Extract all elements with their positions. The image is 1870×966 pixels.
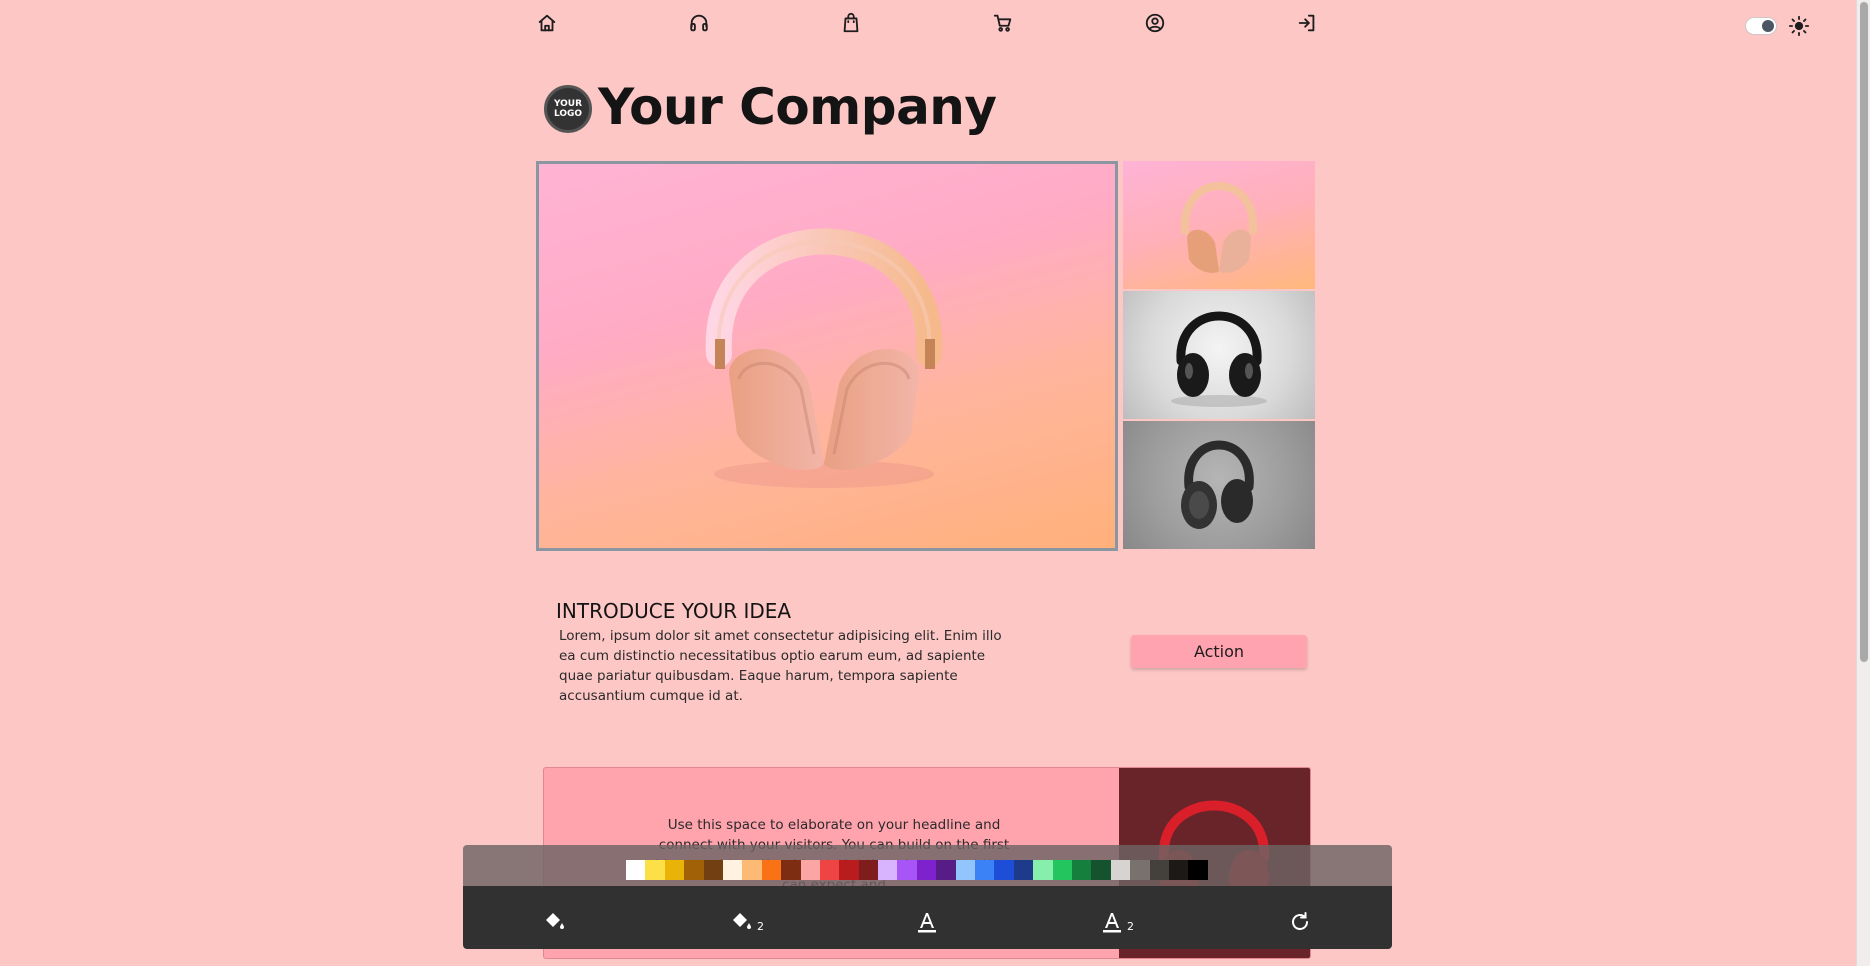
editor-toolbar: 2 2 [463, 886, 1392, 949]
color-swatch[interactable] [819, 860, 840, 880]
color-swatch[interactable] [645, 860, 665, 880]
reset-tool[interactable] [1288, 904, 1315, 934]
text-color-icon [918, 913, 936, 933]
color-swatch[interactable] [994, 860, 1014, 880]
logo-text-line2: LOGO [553, 109, 583, 119]
login-icon[interactable] [1294, 10, 1320, 36]
color-palette-bar [463, 845, 1392, 887]
color-swatch[interactable] [1168, 860, 1189, 880]
color-swatch[interactable] [975, 860, 995, 880]
color-swatch[interactable] [858, 860, 879, 880]
headphones-illustration [705, 228, 943, 488]
intro-title: INTRODUCE YOUR IDEA [556, 599, 792, 623]
sun-icon[interactable] [1788, 15, 1810, 37]
thumbnail-black-headphones-white[interactable] [1123, 291, 1315, 419]
color-swatch[interactable] [684, 860, 704, 880]
text-color-icon [1103, 913, 1121, 933]
color-swatch[interactable] [1033, 860, 1053, 880]
color-swatch[interactable] [1091, 860, 1111, 880]
tool-sub-label: 2 [757, 920, 764, 933]
fill-color-tool[interactable] [543, 904, 570, 934]
color-swatch[interactable] [742, 860, 762, 880]
color-swatch[interactable] [800, 860, 820, 880]
color-swatch[interactable] [936, 860, 956, 880]
intro-body: Lorem, ipsum dolor sit amet consectetur … [559, 628, 1002, 704]
fill-color-2-tool[interactable]: 2 [730, 904, 764, 934]
theme-toggle[interactable] [1745, 17, 1777, 35]
color-swatch[interactable] [1110, 860, 1131, 880]
thumbnail-pink-headphones[interactable] [1123, 161, 1315, 289]
cart-icon[interactable] [990, 10, 1016, 36]
fill-icon [733, 913, 751, 929]
color-swatch[interactable] [1130, 860, 1150, 880]
color-swatch[interactable] [878, 860, 898, 880]
color-swatch[interactable] [722, 860, 743, 880]
logo[interactable]: YOUR LOGO [544, 85, 592, 133]
color-swatch[interactable] [1149, 860, 1169, 880]
toggle-knob [1762, 20, 1774, 32]
logo-text-line1: YOUR [553, 99, 583, 109]
headphones-icon[interactable] [686, 10, 712, 36]
home-icon[interactable] [534, 10, 560, 36]
color-swatch[interactable] [1188, 860, 1208, 880]
main-product-image[interactable] [536, 161, 1118, 551]
thumb-headphones-illustration [1171, 311, 1267, 407]
company-name: Your Company [598, 78, 997, 136]
color-swatches [626, 860, 1208, 880]
color-swatch[interactable] [1013, 860, 1034, 880]
color-swatch[interactable] [916, 860, 937, 880]
text-color-2-tool[interactable]: 2 [1100, 904, 1134, 934]
shopping-bag-icon[interactable] [838, 10, 864, 36]
color-swatch[interactable] [1071, 860, 1092, 880]
color-swatch[interactable] [664, 860, 685, 880]
scrollbar-thumb[interactable] [1860, 2, 1868, 662]
reset-icon [1292, 912, 1308, 930]
thumb-headphones-illustration [1180, 182, 1258, 273]
color-swatch[interactable] [897, 860, 917, 880]
color-swatch[interactable] [1052, 860, 1072, 880]
text-color-tool[interactable] [915, 904, 942, 934]
thumbnail-black-headphones-grey[interactable] [1123, 421, 1315, 549]
page-scrollbar[interactable] [1856, 0, 1870, 966]
color-swatch[interactable] [955, 860, 976, 880]
color-swatch[interactable] [761, 860, 782, 880]
tool-sub-label: 2 [1127, 920, 1134, 933]
fill-icon [546, 913, 564, 929]
user-circle-icon[interactable] [1142, 10, 1168, 36]
color-swatch[interactable] [781, 860, 801, 880]
color-swatch[interactable] [626, 860, 646, 880]
thumb-headphones-illustration [1181, 440, 1254, 529]
color-swatch[interactable] [839, 860, 859, 880]
color-swatch[interactable] [703, 860, 723, 880]
action-button[interactable]: Action [1131, 635, 1307, 668]
